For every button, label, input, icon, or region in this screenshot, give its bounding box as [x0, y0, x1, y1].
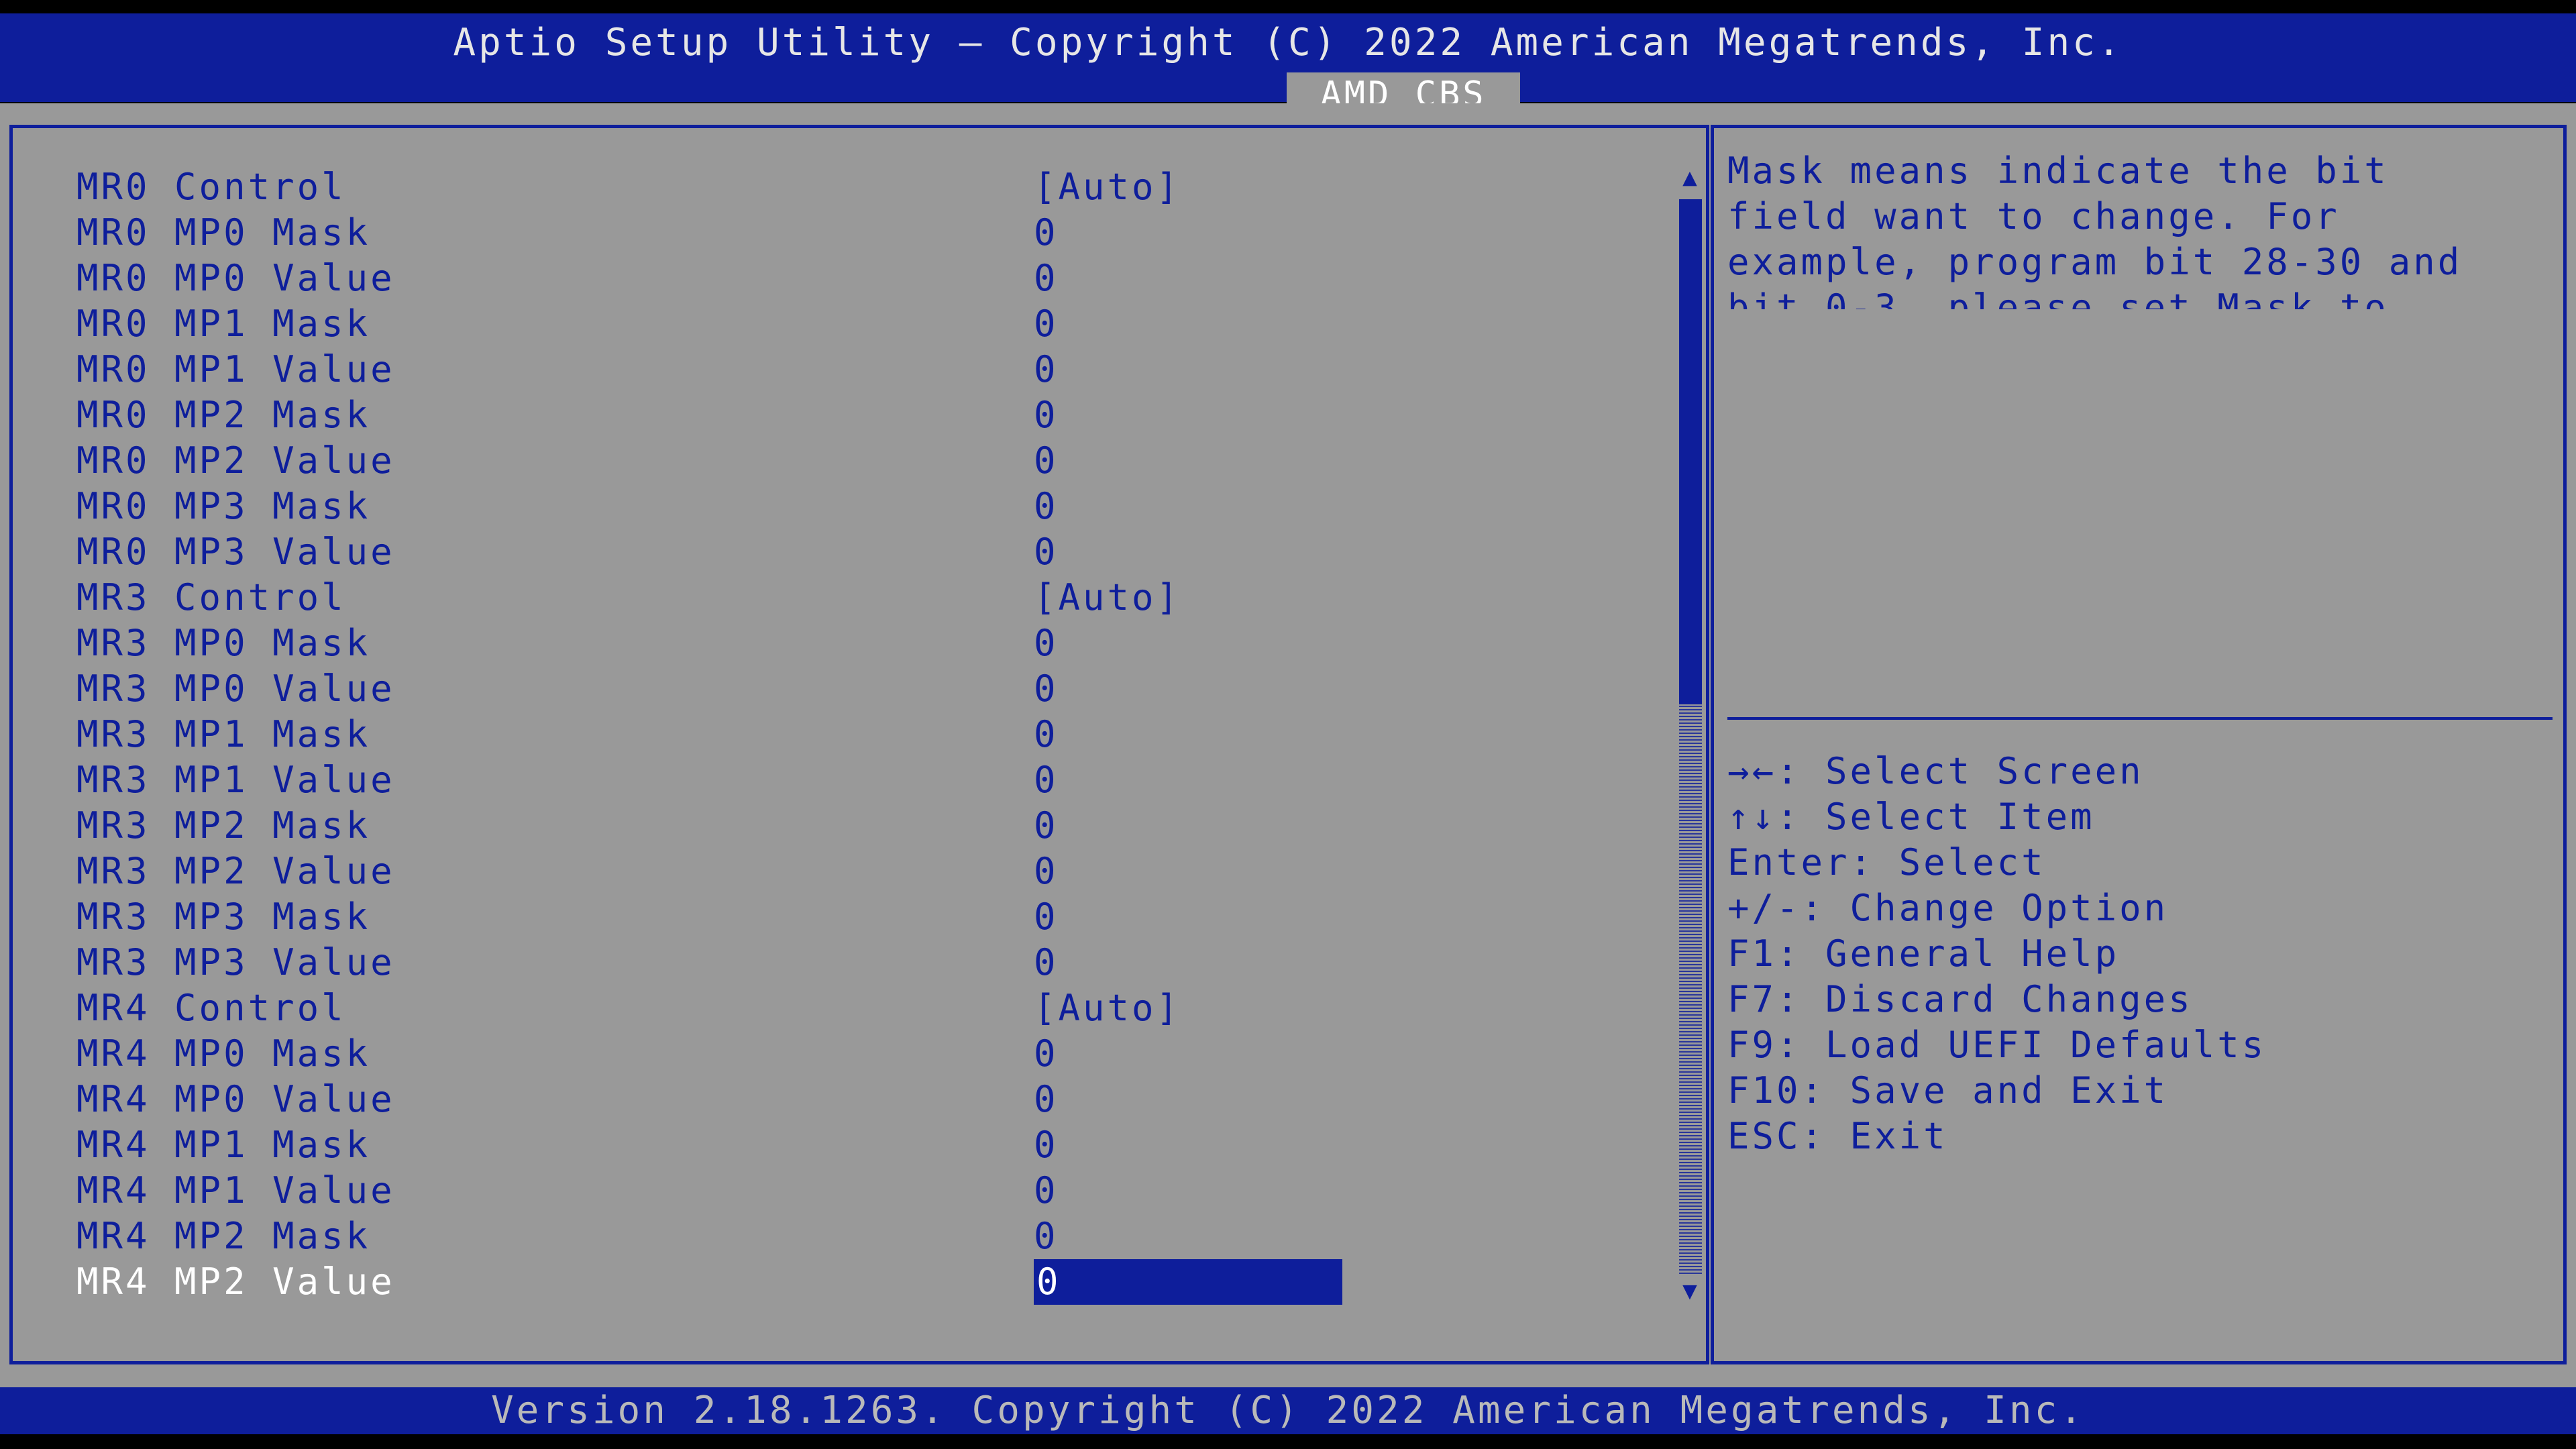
setting-row[interactable]: MR0 MP2 Value 0	[13, 438, 1703, 484]
setting-label: MR4 MP1 Mask	[76, 1124, 371, 1166]
setting-label: MR0 Control	[76, 166, 346, 208]
setting-row[interactable]: MR4 MP2 Value 0	[13, 1259, 1703, 1305]
setting-label: MR4 MP0 Mask	[76, 1032, 371, 1075]
setting-value[interactable]: 0	[1034, 301, 1059, 347]
setup-utility-title: Aptio Setup Utility – Copyright (C) 2022…	[453, 21, 2123, 64]
key-hint: ESC: Exit	[1727, 1115, 1948, 1157]
setting-row[interactable]: MR3 MP1 Value 0	[13, 757, 1703, 803]
setting-row[interactable]: MR3 MP0 Mask 0	[13, 621, 1703, 666]
setting-label: MR3 MP0 Mask	[76, 622, 371, 664]
setting-label: MR4 Control	[76, 987, 346, 1029]
setting-label: MR4 MP2 Value	[76, 1260, 395, 1303]
setting-row[interactable]: MR3 MP2 Value 0	[13, 849, 1703, 894]
setting-row[interactable]: MR3 MP3 Value 0	[13, 940, 1703, 985]
help-panel: Mask means indicate the bit field want t…	[1711, 125, 2567, 1364]
setting-value[interactable]: 0	[1034, 438, 1059, 484]
setting-value[interactable]: 0	[1034, 1122, 1059, 1168]
key-legend: →←: Select Screen ↑↓: Select Item Enter: S…	[1727, 749, 2266, 1159]
setting-label: MR3 MP3 Mask	[76, 896, 371, 938]
item-help-text: Mask means indicate the bit field want t…	[1727, 150, 2463, 309]
setting-value[interactable]: 0	[1034, 894, 1059, 940]
setting-row[interactable]: MR4 MP2 Mask 0	[13, 1214, 1703, 1259]
footer-bar: Version 2.18.1263. Copyright (C) 2022 Am…	[0, 1387, 2576, 1434]
setting-value[interactable]: 0	[1034, 1259, 1342, 1305]
setting-value[interactable]: [Auto]	[1034, 164, 1181, 210]
setting-row[interactable]: MR0 Control [Auto]	[13, 164, 1703, 210]
setting-row[interactable]: MR3 MP1 Mask 0	[13, 712, 1703, 757]
setting-label: MR0 MP1 Mask	[76, 303, 371, 345]
setting-value[interactable]: 0	[1034, 484, 1059, 529]
version-text: Version 2.18.1263. Copyright (C) 2022 Am…	[490, 1389, 2086, 1432]
setting-value[interactable]: 0	[1034, 347, 1059, 392]
setting-label: MR0 MP1 Value	[76, 348, 395, 390]
setting-row[interactable]: MR4 MP1 Mask 0	[13, 1122, 1703, 1168]
setting-value[interactable]: 0	[1034, 529, 1059, 575]
setting-label: MR3 Control	[76, 576, 346, 619]
key-hint: F10: Save and Exit	[1727, 1069, 2169, 1112]
setting-label: MR3 MP1 Mask	[76, 713, 371, 755]
setting-label: MR4 MP1 Value	[76, 1169, 395, 1212]
setting-label: MR0 MP3 Value	[76, 531, 395, 573]
setting-row[interactable]: MR0 MP3 Value 0	[13, 529, 1703, 575]
setting-value[interactable]: 0	[1034, 1077, 1059, 1122]
setting-value[interactable]: 0	[1034, 940, 1059, 985]
main-area: MR0 Control [Auto] MR0 MP0 Mask 0 MR0 MP0 Va…	[0, 103, 2576, 1387]
setting-value[interactable]: [Auto]	[1034, 575, 1181, 621]
setting-label: MR0 MP2 Value	[76, 439, 395, 482]
setting-label: MR3 MP2 Mask	[76, 804, 371, 847]
scrollbar-thumb[interactable]	[1679, 199, 1702, 704]
setting-label: MR0 MP0 Mask	[76, 211, 371, 254]
setting-row[interactable]: MR3 MP0 Value 0	[13, 666, 1703, 712]
setting-row[interactable]: MR4 MP0 Value 0	[13, 1077, 1703, 1122]
setting-row[interactable]: MR4 MP1 Value 0	[13, 1168, 1703, 1214]
setting-row[interactable]: MR3 MP3 Mask 0	[13, 894, 1703, 940]
setting-value[interactable]: 0	[1034, 256, 1059, 301]
setting-row[interactable]: MR0 MP3 Mask 0	[13, 484, 1703, 529]
setting-label: MR3 MP2 Value	[76, 850, 395, 892]
key-hint: Enter: Select	[1727, 841, 2046, 883]
key-hint: →←: Select Screen	[1727, 750, 2144, 792]
setting-value[interactable]: 0	[1034, 712, 1059, 757]
setting-label: MR3 MP1 Value	[76, 759, 395, 801]
key-hint: F7: Discard Changes	[1727, 978, 2193, 1020]
setting-row[interactable]: MR4 Control [Auto]	[13, 985, 1703, 1031]
scroll-down-arrow-icon[interactable]: ▼	[1676, 1278, 1704, 1305]
setting-value[interactable]: 0	[1034, 392, 1059, 438]
setting-value[interactable]: 0	[1034, 849, 1059, 894]
scroll-up-arrow-icon[interactable]: ▲	[1676, 164, 1704, 191]
setting-label: MR0 MP0 Value	[76, 257, 395, 299]
setting-label: MR0 MP3 Mask	[76, 485, 371, 527]
setting-row[interactable]: MR0 MP2 Mask 0	[13, 392, 1703, 438]
setting-value[interactable]: [Auto]	[1034, 985, 1181, 1031]
key-hint: +/-: Change Option	[1727, 887, 2169, 929]
key-hint: F1: General Help	[1727, 932, 2120, 975]
setting-row[interactable]: MR0 MP1 Mask 0	[13, 301, 1703, 347]
setting-label: MR0 MP2 Mask	[76, 394, 371, 436]
setting-row[interactable]: MR0 MP0 Mask 0	[13, 210, 1703, 256]
setting-value[interactable]: 0	[1034, 803, 1059, 849]
setting-row[interactable]: MR4 MP0 Mask 0	[13, 1031, 1703, 1077]
setting-value[interactable]: 0	[1034, 666, 1059, 712]
setting-value[interactable]: 0	[1034, 757, 1059, 803]
setting-row[interactable]: MR3 Control [Auto]	[13, 575, 1703, 621]
setting-label: MR4 MP0 Value	[76, 1078, 395, 1120]
setting-row[interactable]: MR0 MP0 Value 0	[13, 256, 1703, 301]
key-hint: ↑↓: Select Item	[1727, 796, 2095, 838]
setting-value[interactable]: 0	[1034, 621, 1059, 666]
setting-row[interactable]: MR0 MP1 Value 0	[13, 347, 1703, 392]
setting-row[interactable]: MR3 MP2 Mask 0	[13, 803, 1703, 849]
setting-value[interactable]: 0	[1034, 1168, 1059, 1214]
setting-label: MR3 MP3 Value	[76, 941, 395, 983]
setting-value[interactable]: 0	[1034, 1031, 1059, 1077]
help-divider	[1727, 717, 2553, 720]
settings-panel: MR0 Control [Auto] MR0 MP0 Mask 0 MR0 MP0 Va…	[9, 125, 1709, 1364]
key-hint: F9: Load UEFI Defaults	[1727, 1024, 2267, 1066]
setting-label: MR4 MP2 Mask	[76, 1215, 371, 1257]
setting-label: MR3 MP0 Value	[76, 667, 395, 710]
setting-value[interactable]: 0	[1034, 210, 1059, 256]
header-bar: Aptio Setup Utility – Copyright (C) 2022…	[0, 13, 2576, 117]
setting-value[interactable]: 0	[1034, 1214, 1059, 1259]
